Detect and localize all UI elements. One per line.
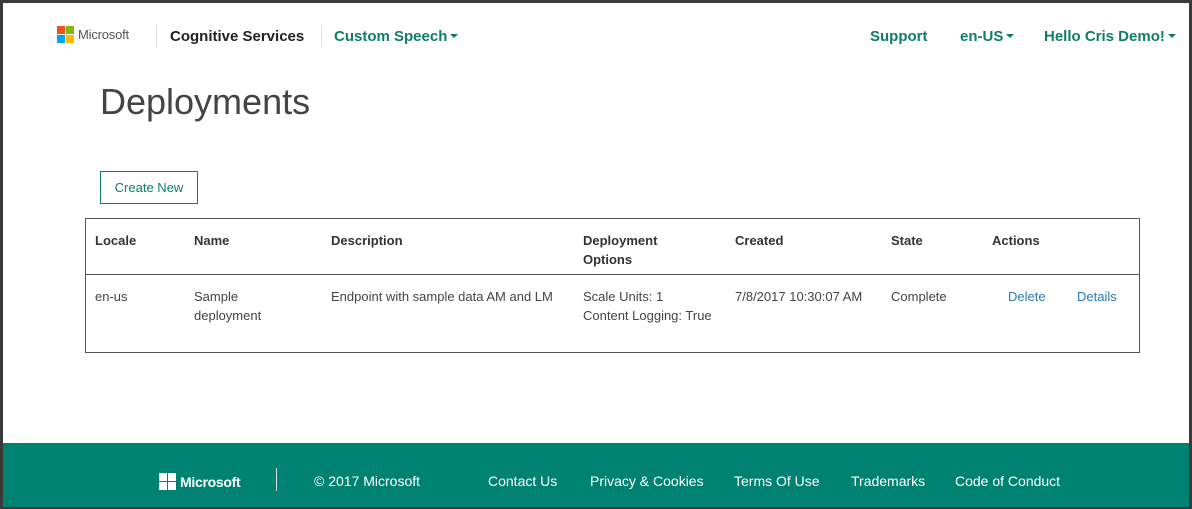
nav-divider [321,25,322,47]
delete-link[interactable]: Delete [1008,287,1046,306]
trademarks-link[interactable]: Trademarks [851,473,925,489]
footer: Microsoft © 2017 Microsoft Contact Us Pr… [3,443,1189,507]
user-menu[interactable]: Hello Cris Demo! [1044,28,1176,45]
chevron-down-icon [1167,34,1176,39]
browser-frame: Microsoft Cognitive Services Custom Spee… [0,0,1192,509]
chevron-down-icon [450,34,459,39]
custom-speech-menu-label: Custom Speech [334,28,448,45]
column-header-name: Name [194,233,230,248]
brand-title[interactable]: Cognitive Services [170,28,304,45]
deployments-table: Locale Name Description Deployment Optio… [85,218,1140,353]
table-header: Locale Name Description Deployment Optio… [86,219,1139,275]
content-logging-value: Content Logging: True [583,308,712,323]
column-header-description: Description [331,233,403,248]
cell-deployment-options: Scale Units: 1 Content Logging: True [583,287,713,325]
microsoft-logo-icon [159,473,176,490]
microsoft-logo-text: Microsoft [78,27,129,42]
chevron-down-icon [1006,34,1015,39]
page-title: Deployments [100,81,311,122]
copyright-text: © 2017 Microsoft [314,473,421,489]
column-header-deployment-options: Deployment Options [583,233,658,267]
details-link[interactable]: Details [1077,287,1117,306]
locale-menu[interactable]: en-US [960,28,1015,45]
cell-state: Complete [891,289,947,304]
cell-name: Sample deployment [194,289,262,323]
locale-menu-label: en-US [960,28,1004,45]
column-header-state: State [891,233,923,248]
footer-divider [276,468,277,491]
user-menu-label: Hello Cris Demo! [1044,28,1165,45]
column-header-locale: Locale [95,233,137,248]
nav-divider [156,25,157,47]
custom-speech-menu[interactable]: Custom Speech [334,28,459,45]
microsoft-logo[interactable]: Microsoft [57,26,129,43]
column-header-actions: Actions [992,233,1040,248]
column-header-created: Created [735,233,784,248]
top-navigation: Microsoft Cognitive Services Custom Spee… [3,3,1189,63]
scale-units-value: Scale Units: 1 [583,289,664,304]
terms-of-use-link[interactable]: Terms Of Use [734,473,820,489]
cell-description: Endpoint with sample data AM and LM [331,289,553,304]
contact-us-link[interactable]: Contact Us [488,473,557,489]
microsoft-logo-icon [57,26,74,43]
support-link[interactable]: Support [870,28,928,45]
cell-locale: en-us [95,289,128,304]
privacy-cookies-link[interactable]: Privacy & Cookies [590,473,704,489]
footer-microsoft-logo-text: Microsoft [180,473,241,490]
create-new-button[interactable]: Create New [100,171,198,204]
footer-microsoft-logo[interactable]: Microsoft [159,473,241,490]
code-of-conduct-link[interactable]: Code of Conduct [955,473,1060,489]
cell-created: 7/8/2017 10:30:07 AM [735,289,863,304]
